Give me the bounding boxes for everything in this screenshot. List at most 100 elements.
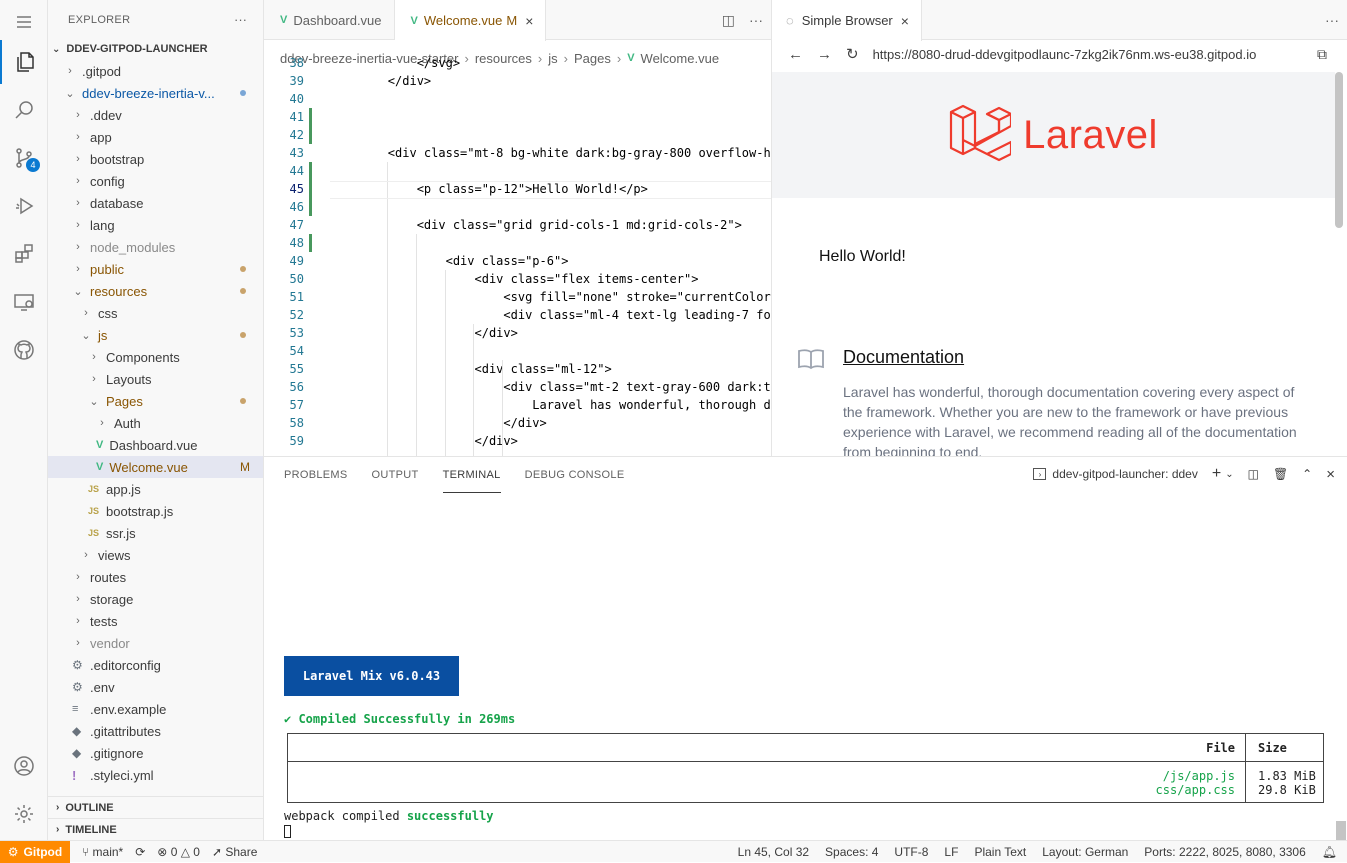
list-item[interactable]: ⌄ resources — [48, 280, 263, 302]
chevron-down-icon[interactable]: ⌄ — [1225, 469, 1233, 480]
search-icon[interactable] — [0, 88, 48, 132]
remote-explorer-icon[interactable] — [0, 280, 48, 324]
list-item-label: ssr.js — [106, 525, 136, 541]
browser-scrollbar[interactable] — [1335, 72, 1343, 228]
list-item[interactable]: › Layouts — [48, 368, 263, 390]
tab-simple-browser[interactable]: ◌ Simple Browser × — [772, 0, 922, 41]
github-icon[interactable] — [0, 328, 48, 372]
code-line: 55 <div class="ml-12"> — [264, 360, 771, 378]
timeline-section[interactable]: › TIMELINE — [48, 818, 263, 840]
branch-indicator[interactable]: ⑂ main* — [82, 845, 123, 859]
list-item[interactable]: ≡ .env.example — [48, 698, 263, 720]
trash-icon[interactable]: 🗑︎ — [1273, 467, 1288, 481]
list-item[interactable]: ◆ .gitattributes — [48, 720, 263, 742]
diff-added-marker — [309, 198, 312, 216]
tab-dashboard-vue[interactable]: V Dashboard.vue — [264, 0, 395, 40]
split-editor-icon[interactable]: ◫ — [722, 12, 735, 29]
cursor-position[interactable]: Ln 45, Col 32 — [738, 845, 809, 859]
problems-indicator[interactable]: ⊗ 0 △ 0 — [157, 845, 200, 859]
reload-icon[interactable]: ↻ — [846, 45, 859, 63]
list-item[interactable]: › tests — [48, 610, 263, 632]
url-input[interactable]: https://8080-drud-ddevgitpodlaunc-7zkg2i… — [873, 47, 1257, 62]
code-area[interactable]: 38 </svg> 39 </div> 40 41 42 43 <div class="m… — [264, 54, 771, 456]
more-actions-icon[interactable]: ··· — [1325, 12, 1339, 28]
indentation[interactable]: Spaces: 4 — [825, 845, 878, 859]
close-icon[interactable]: × — [525, 13, 533, 29]
list-item[interactable]: › lang — [48, 214, 263, 236]
tab-debug-console[interactable]: DEBUG CONSOLE — [525, 457, 625, 493]
list-item[interactable]: ⌄ js — [48, 324, 263, 346]
account-icon[interactable] — [0, 744, 48, 788]
list-item[interactable]: V Welcome.vue M — [48, 456, 263, 478]
list-item[interactable]: › .ddev — [48, 104, 263, 126]
tab-welcome-vue[interactable]: V Welcome.vue M × — [394, 0, 547, 41]
open-external-icon[interactable]: ⧉ — [1317, 46, 1327, 63]
list-item[interactable]: › config — [48, 170, 263, 192]
terminal-scrollbar[interactable] — [1336, 821, 1346, 840]
workspace-root[interactable]: ⌄ DDEV-GITPOD-LAUNCHER — [48, 38, 263, 60]
code-line: 46 — [264, 198, 771, 216]
vue-file-icon: V — [410, 14, 418, 27]
list-item[interactable]: › routes — [48, 566, 263, 588]
terminal-cursor[interactable] — [284, 825, 291, 838]
list-item[interactable]: › .gitpod — [48, 60, 263, 82]
list-item[interactable]: › vendor — [48, 632, 263, 654]
list-item[interactable]: › css — [48, 302, 263, 324]
list-item[interactable]: › app — [48, 126, 263, 148]
list-item[interactable]: › node_modules — [48, 236, 263, 258]
list-item[interactable]: ⌄ ddev-breeze-inertia-v... — [48, 82, 263, 104]
list-item[interactable]: JS ssr.js — [48, 522, 263, 544]
encoding[interactable]: UTF-8 — [894, 845, 928, 859]
list-item[interactable]: V Dashboard.vue — [48, 434, 263, 456]
tab-output[interactable]: OUTPUT — [372, 457, 419, 493]
extensions-icon[interactable] — [0, 232, 48, 276]
run-debug-icon[interactable] — [0, 184, 48, 228]
terminal-name[interactable]: ddev-gitpod-launcher: ddev — [1052, 467, 1197, 481]
more-actions-icon[interactable]: ··· — [749, 12, 763, 29]
list-item[interactable]: ◆ .gitignore — [48, 742, 263, 764]
documentation-link[interactable]: Documentation — [843, 347, 964, 368]
list-item[interactable]: ⌄ Pages — [48, 390, 263, 412]
list-item[interactable]: › views — [48, 544, 263, 566]
keyboard-layout[interactable]: Layout: German — [1042, 845, 1128, 859]
list-item[interactable]: ⚙ .env — [48, 676, 263, 698]
bottom-panel: PROBLEMS OUTPUT TERMINAL DEBUG CONSOLE ›… — [264, 456, 1347, 840]
source-control-icon[interactable]: 4 — [0, 136, 48, 180]
explorer-icon[interactable] — [0, 40, 48, 84]
list-item[interactable]: › storage — [48, 588, 263, 610]
list-item[interactable]: JS app.js — [48, 478, 263, 500]
list-item[interactable]: JS bootstrap.js — [48, 500, 263, 522]
ports[interactable]: Ports: 2222, 8025, 8080, 3306 — [1144, 845, 1305, 859]
sync-icon[interactable]: ⟳ — [135, 845, 145, 859]
maximize-panel-icon[interactable]: ⌃ — [1302, 467, 1312, 481]
close-panel-icon[interactable]: × — [1326, 466, 1335, 483]
settings-gear-icon[interactable] — [0, 792, 48, 836]
new-terminal-icon[interactable]: + — [1212, 465, 1221, 483]
outline-section[interactable]: › OUTLINE — [48, 796, 263, 818]
split-terminal-icon[interactable]: ◫ — [1248, 467, 1259, 481]
tab-problems[interactable]: PROBLEMS — [284, 457, 348, 493]
forward-arrow-icon[interactable]: → — [817, 46, 832, 63]
menu-icon[interactable] — [0, 0, 48, 44]
back-arrow-icon[interactable]: ← — [788, 46, 803, 63]
laravel-header: Laravel — [772, 72, 1335, 198]
share-button[interactable]: ➚ Share — [212, 845, 257, 859]
notifications-bell-icon[interactable]: 🔔︎ — [1322, 845, 1337, 859]
tab-terminal[interactable]: TERMINAL — [442, 457, 501, 493]
table-divider — [1245, 734, 1246, 802]
list-item[interactable]: › public — [48, 258, 263, 280]
diff-added-marker — [309, 162, 312, 180]
close-icon[interactable]: × — [901, 13, 909, 29]
end-of-line[interactable]: LF — [944, 845, 958, 859]
explorer-more-icon[interactable]: ··· — [234, 12, 247, 27]
language-mode[interactable]: Plain Text — [974, 845, 1026, 859]
list-item[interactable]: › database — [48, 192, 263, 214]
code-editor: V Dashboard.vue V Welcome.vue M × ◫ ··· … — [264, 0, 772, 456]
list-item[interactable]: › Auth — [48, 412, 263, 434]
list-item[interactable]: ! .styleci.yml — [48, 764, 263, 786]
list-item[interactable]: › Components — [48, 346, 263, 368]
remote-indicator[interactable]: ⚙ Gitpod — [0, 840, 70, 863]
list-item[interactable]: › bootstrap — [48, 148, 263, 170]
list-item[interactable]: ⚙ .editorconfig — [48, 654, 263, 676]
code-text: </div> — [330, 74, 432, 88]
